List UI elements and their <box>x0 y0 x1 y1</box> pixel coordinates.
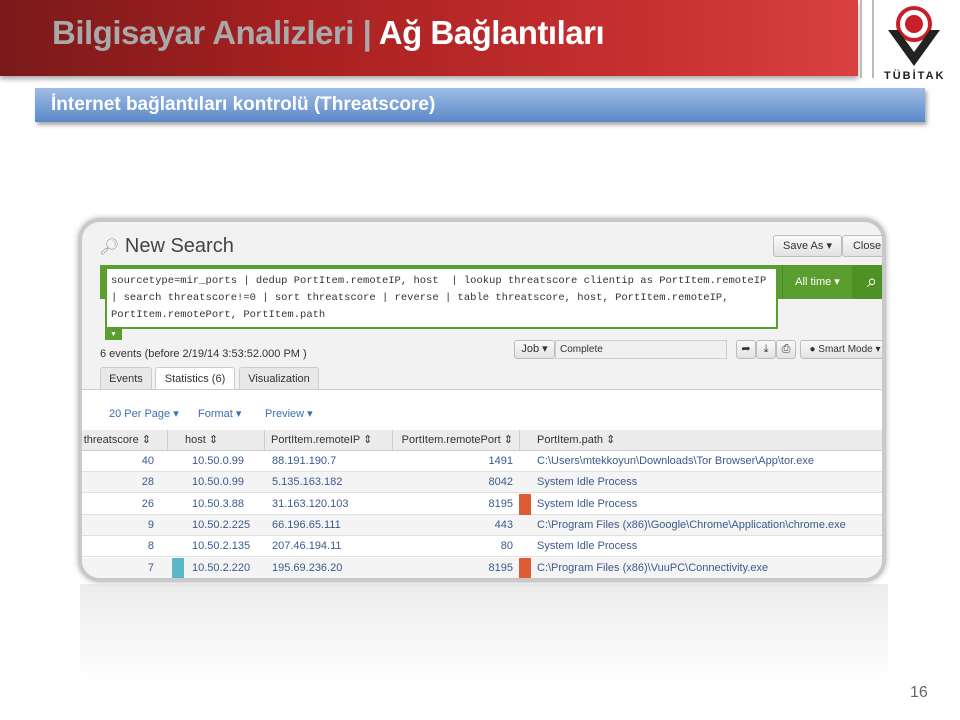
column-header-path[interactable]: PortItem.path ⇕ <box>537 430 837 451</box>
page-number: 16 <box>910 684 928 701</box>
cell-remoteip[interactable]: 66.196.65.111 <box>272 515 392 536</box>
smart-mode-menu[interactable]: ● Smart Mode ▾ <box>800 340 882 359</box>
search-button[interactable]: ⌕ <box>852 265 882 299</box>
tab-visualization[interactable]: Visualization <box>239 367 319 390</box>
cell-threatscore[interactable]: 28 <box>82 472 154 493</box>
slide-title: Bilgisayar Analizleri | Ağ Bağlantıları <box>52 14 605 52</box>
export-icon[interactable]: ⤓ <box>756 340 776 359</box>
close-button[interactable]: Close <box>842 235 882 257</box>
cell-threatscore[interactable]: 26 <box>82 494 154 515</box>
highlight-marker-cyan <box>172 557 184 578</box>
cell-path[interactable]: C:\Users\mtekkoyun\Downloads\Tor Browser… <box>537 451 882 472</box>
smart-mode-label: Smart Mode ▾ <box>818 344 881 355</box>
cell-remoteport[interactable]: 8195 <box>393 558 513 579</box>
cell-remoteip[interactable]: 195.69.236.20 <box>272 558 392 579</box>
cell-host[interactable]: 10.50.2.135 <box>192 536 272 557</box>
search-icon: 🔎︎ <box>99 239 120 256</box>
format-menu[interactable]: Format ▾ <box>198 407 241 420</box>
cell-remoteip[interactable]: 207.46.194.11 <box>272 536 392 557</box>
title-part2: Ağ Bağlantıları <box>378 14 605 51</box>
cell-path[interactable]: C:\Program Files (x86)\Google\Chrome\App… <box>537 515 882 536</box>
job-status: Complete <box>555 340 727 359</box>
search-input[interactable]: sourcetype=mir_ports | dedup PortItem.re… <box>105 267 778 329</box>
share-icon[interactable]: ➦ <box>736 340 756 359</box>
page-title: 🔎︎ New Search <box>99 235 234 258</box>
cell-host[interactable]: 10.50.2.220 <box>192 558 272 579</box>
column-header-remoteip[interactable]: PortItem.remoteIP ⇕ <box>265 430 393 451</box>
logo-text: TÜBİTAK <box>884 70 946 82</box>
cell-path[interactable]: System Idle Process <box>537 472 882 493</box>
cell-remoteport[interactable]: 443 <box>393 515 513 536</box>
decorative-lines <box>860 0 874 78</box>
screenshot-reflection <box>80 584 888 684</box>
page-title-text: New Search <box>124 235 234 257</box>
tab-statistics[interactable]: Statistics (6) <box>155 367 235 391</box>
cell-host[interactable]: 10.50.3.88 <box>192 494 272 515</box>
title-part1: Bilgisayar Analizleri <box>52 14 354 51</box>
cell-host[interactable]: 10.50.0.99 <box>192 472 272 493</box>
cell-path[interactable]: System Idle Process <box>537 536 882 557</box>
cell-path[interactable]: System Idle Process <box>537 494 882 515</box>
cell-threatscore[interactable]: 9 <box>82 515 154 536</box>
title-separator: | <box>362 14 372 51</box>
cell-remoteip[interactable]: 5.135.163.182 <box>272 472 392 493</box>
tubitak-emblem-icon <box>888 6 940 66</box>
tubitak-logo: TÜBİTAK <box>884 4 944 82</box>
section-subtitle: İnternet bağlantıları kontrolü (Threatsc… <box>35 88 925 122</box>
column-header-host[interactable]: host ⇕ <box>185 430 265 451</box>
print-icon[interactable]: ⎙ <box>776 340 796 359</box>
column-header-remoteport[interactable]: PortItem.remotePort ⇕ <box>393 430 520 451</box>
search-icon: ⌕ <box>866 271 878 291</box>
cell-remoteport[interactable]: 8195 <box>393 494 513 515</box>
table-row: 7 10.50.2.220 195.69.236.20 8195 C:\Program … <box>82 557 882 579</box>
table-row: 9 10.50.2.225 66.196.65.111 443 C:\Program F… <box>82 514 882 536</box>
tab-events[interactable]: Events <box>100 367 152 390</box>
table-row: 28 10.50.0.99 5.135.163.182 8042 System Idle… <box>82 472 882 494</box>
per-page-menu[interactable]: 20 Per Page ▾ <box>109 407 179 420</box>
cell-remoteport[interactable]: 80 <box>393 536 513 557</box>
cell-host[interactable]: 10.50.0.99 <box>192 451 272 472</box>
job-menu[interactable]: Job ▾ <box>514 340 555 359</box>
save-as-button[interactable]: Save As ▾ <box>773 235 842 257</box>
highlight-marker-orange <box>519 493 531 515</box>
splunk-screenshot: 🔎︎ New Search Save As ▾ Close sourcetype… <box>78 218 886 582</box>
column-header-threatscore[interactable]: threatscore ⇕ <box>82 430 168 451</box>
table-row: 26 10.50.3.88 31.163.120.103 8195 System Idl… <box>82 493 882 515</box>
expand-toggle[interactable]: ▼ <box>105 329 122 340</box>
table-header: threatscore ⇕ host ⇕ PortItem.remoteIP ⇕… <box>82 430 882 451</box>
bulb-icon: ● <box>809 344 816 355</box>
cell-host[interactable]: 10.50.2.225 <box>192 515 272 536</box>
table-row: 8 10.50.2.135 207.46.194.11 80 System Idle P… <box>82 536 882 558</box>
cell-remoteport[interactable]: 8042 <box>393 472 513 493</box>
cell-remoteport[interactable]: 1491 <box>393 451 513 472</box>
cell-threatscore[interactable]: 8 <box>82 536 154 557</box>
preview-menu[interactable]: Preview ▾ <box>265 407 313 420</box>
cell-threatscore[interactable]: 40 <box>82 451 154 472</box>
cell-remoteip[interactable]: 31.163.120.103 <box>272 494 392 515</box>
time-range-picker[interactable]: All time ▾ <box>782 265 852 299</box>
events-summary: 6 events (before 2/19/14 3:53:52.000 PM … <box>100 348 307 360</box>
table-row: 40 10.50.0.99 88.191.190.7 1491 C:\Users\mte… <box>82 451 882 472</box>
cell-path[interactable]: C:\Program Files (x86)\VuuPC\Connectivit… <box>537 558 882 579</box>
highlight-marker-orange <box>519 557 531 578</box>
cell-remoteip[interactable]: 88.191.190.7 <box>272 451 392 472</box>
cell-threatscore[interactable]: 7 <box>82 558 154 579</box>
